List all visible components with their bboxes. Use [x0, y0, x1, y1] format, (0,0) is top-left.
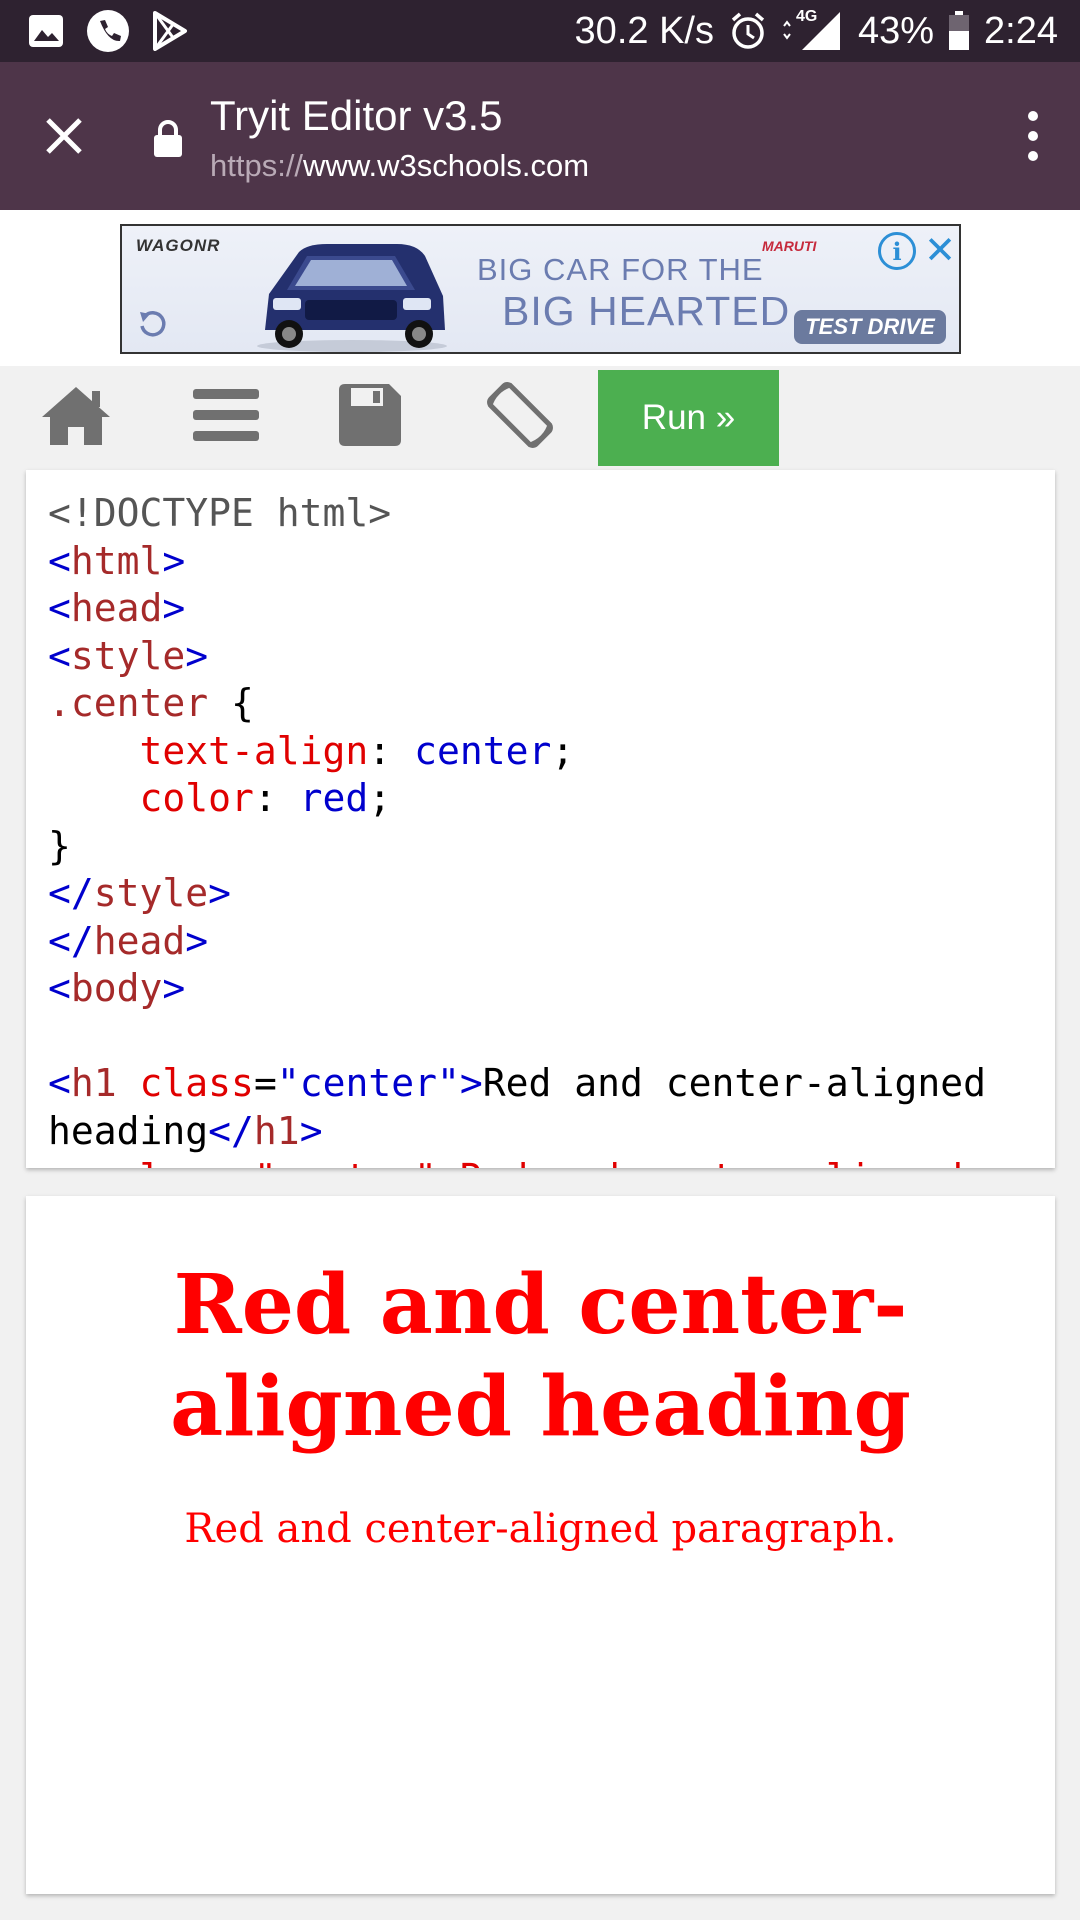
code-property: color [139, 776, 254, 820]
rotate-icon [487, 382, 553, 448]
code-tag: h1 [70, 1061, 117, 1105]
network-type: 4G [795, 8, 818, 25]
code-doctype: <!DOCTYPE html> [48, 491, 392, 535]
code-tag: h1 [253, 1108, 300, 1153]
ad-headline-2: BIG HEARTED [502, 288, 791, 334]
code-tag: head [93, 918, 186, 963]
close-tab-button[interactable] [34, 106, 94, 166]
play-store-icon [152, 11, 188, 51]
page-url[interactable]: https://www.w3schools.com [210, 148, 589, 184]
page-title: Tryit Editor v3.5 [210, 92, 503, 139]
code-property: text-align [139, 728, 369, 773]
code-selector: .center [48, 681, 209, 725]
battery-level: 43% [857, 9, 935, 52]
battery-icon [948, 11, 970, 51]
save-button[interactable] [320, 380, 420, 450]
phone-icon [86, 9, 130, 53]
menu-button[interactable] [176, 380, 276, 450]
clock: 2:24 [984, 9, 1058, 52]
rotate-button[interactable] [470, 380, 570, 450]
code-text[interactable]: <!DOCTYPE html> <html> <head> <style> .c… [48, 490, 986, 1168]
code-value: red [299, 776, 369, 820]
net-speed: 30.2 K/s [574, 9, 714, 52]
ad-maker-logo: MARUTI [762, 238, 817, 254]
ad-info-icon[interactable]: i [878, 232, 916, 270]
save-icon [339, 384, 401, 446]
home-icon [42, 387, 110, 445]
car-image [247, 234, 457, 352]
more-dot-icon [1028, 131, 1038, 141]
url-scheme: https:// [210, 148, 304, 183]
close-icon [46, 118, 82, 154]
code-text-content: Red and center-aligned [482, 1061, 987, 1105]
alarm-icon [728, 11, 768, 51]
code-attribute: class [139, 1061, 254, 1105]
browser-toolbar: Tryit Editor v3.5 https://www.w3schools.… [0, 62, 1080, 210]
code-partial-line: <p class="center">Red and center-aligned [48, 1156, 963, 1168]
code-attribute-value: "center" [276, 1061, 460, 1105]
code-tag: head [70, 586, 163, 630]
ad-banner[interactable]: WAGONR BIG CAR FOR THE BIG HEARTED MARUT… [120, 224, 961, 354]
status-bar: 30.2 K/s 4G 43% 2:24 [0, 0, 1080, 62]
signal-icon: 4G [782, 8, 844, 52]
code-tag: style [93, 871, 209, 915]
ad-headline-1: BIG CAR FOR THE [477, 252, 764, 287]
lock-icon [152, 118, 184, 158]
code-text-content: heading [48, 1108, 209, 1153]
menu-icon [193, 389, 259, 441]
ad-cta-button[interactable]: TEST DRIVE [794, 310, 946, 344]
replay-icon[interactable] [136, 308, 168, 340]
result-heading: Red and center-aligned heading [170, 1257, 911, 1455]
code-tag: html [70, 538, 163, 583]
ad-brand: WAGONR [136, 236, 221, 255]
code-editor[interactable]: <!DOCTYPE html> <html> <head> <style> .c… [26, 470, 1055, 1168]
ad-close-icon[interactable]: ✕ [922, 230, 958, 272]
ad-area: WAGONR BIG CAR FOR THE BIG HEARTED MARUT… [0, 210, 1080, 366]
home-button[interactable] [26, 380, 126, 450]
url-host: www.w3schools.com [303, 148, 590, 183]
code-value: center [414, 728, 552, 773]
more-options-button[interactable] [1008, 106, 1058, 166]
more-dot-icon [1028, 111, 1038, 121]
run-button[interactable]: Run » [598, 370, 779, 466]
result-paragraph: Red and center-aligned paragraph. [184, 1506, 897, 1552]
more-dot-icon [1028, 151, 1038, 161]
code-tag: style [70, 633, 186, 678]
code-tag: body [70, 966, 163, 1010]
result-frame: Red and center-aligned heading Red and c… [26, 1196, 1055, 1894]
editor-toolbar: Run » [0, 366, 1080, 470]
image-icon [28, 14, 64, 48]
